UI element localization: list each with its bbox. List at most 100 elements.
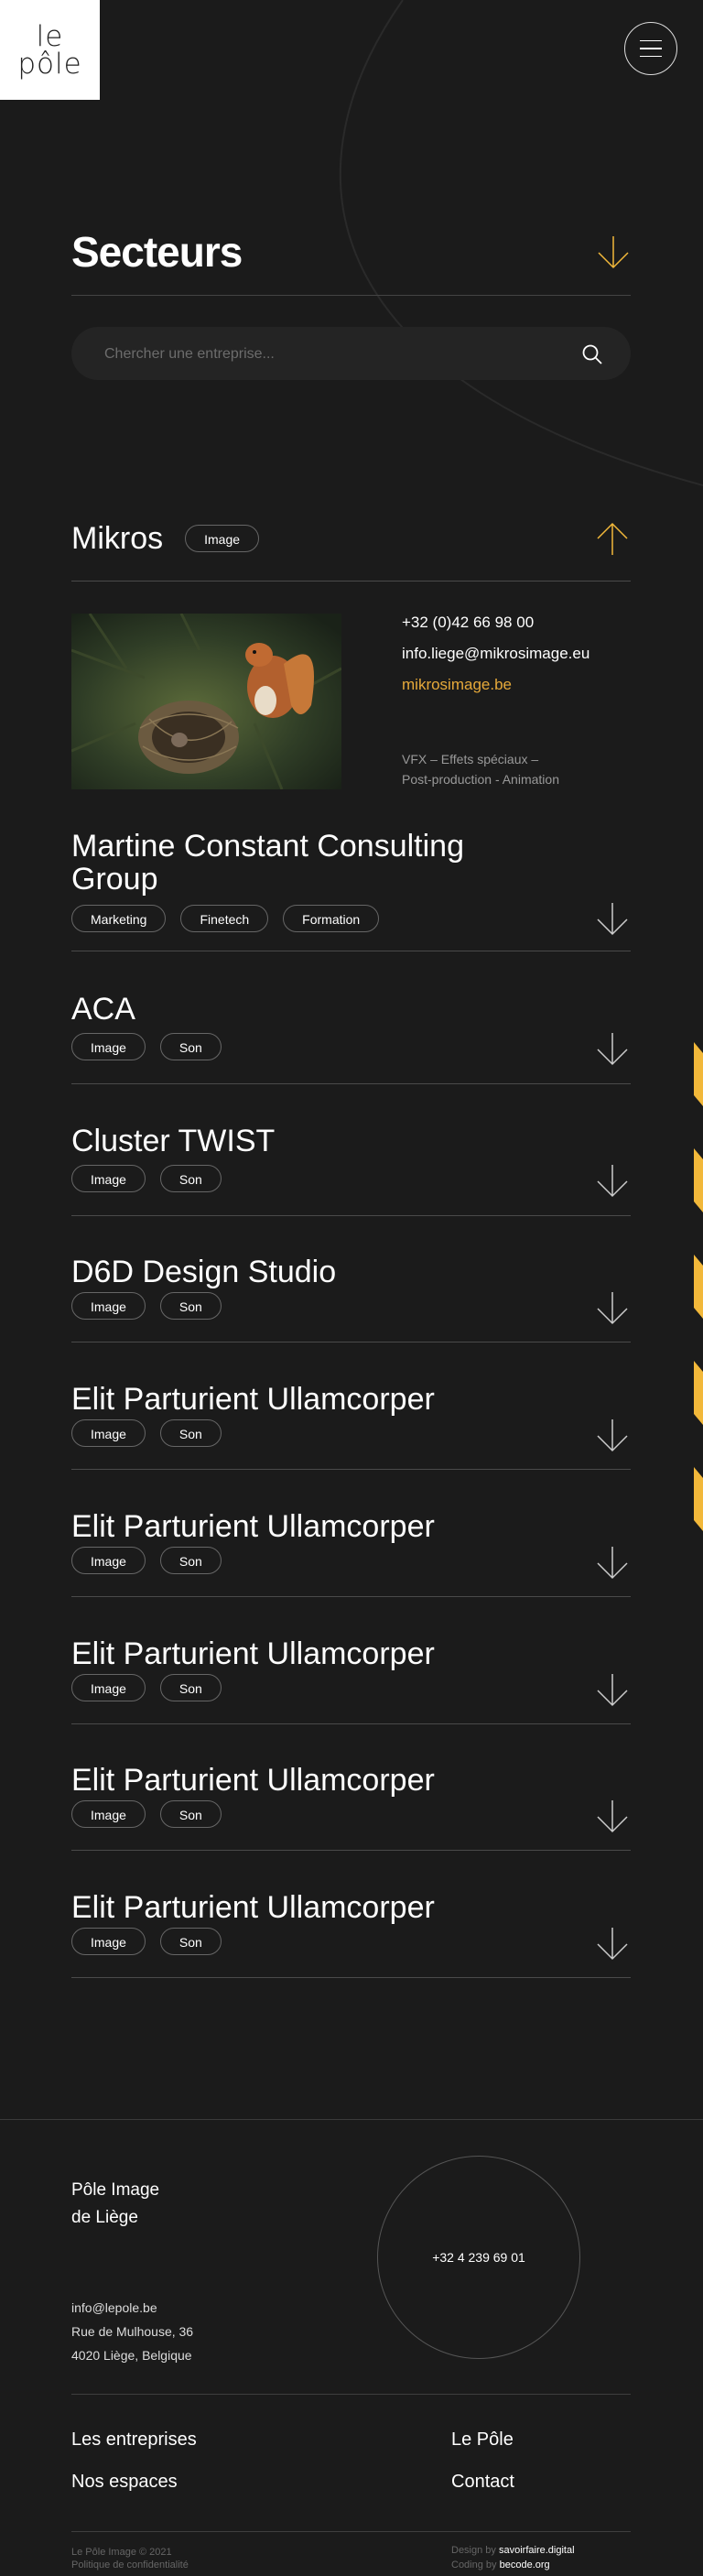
divider [71, 581, 631, 582]
divider [71, 1850, 631, 1851]
logo-line2: pôle [17, 47, 82, 81]
arrow-down-icon[interactable] [594, 1418, 631, 1454]
company-name: Elit Parturient Ullamcorper [71, 1382, 435, 1417]
arrow-down-icon[interactable] [594, 1290, 631, 1327]
logo-line1: le [36, 19, 64, 53]
search-bar [71, 327, 631, 382]
arrow-down-icon[interactable] [594, 1672, 631, 1709]
company-name: Elit Parturient Ullamcorper [71, 1636, 435, 1671]
company-entry[interactable]: Elit Parturient Ullamcorper Image Son [71, 1383, 631, 1474]
accent-stripe [694, 1255, 703, 1319]
footer-coding-label: Coding by [451, 2560, 497, 2571]
hamburger-icon-bar [640, 48, 662, 49]
search-icon[interactable] [581, 343, 603, 365]
footer-phone: +32 4 239 69 01 [432, 2250, 525, 2265]
footer-link-espaces[interactable]: Nos espaces [71, 2472, 178, 2493]
company-phone[interactable]: +32 (0)42 66 98 00 [402, 614, 534, 632]
arrow-down-icon[interactable] [594, 1799, 631, 1835]
divider [71, 1215, 631, 1216]
footer-link-contact[interactable]: Contact [451, 2472, 514, 2493]
company-name: Cluster TWIST [71, 1124, 276, 1158]
footer-design-link[interactable]: savoirfaire.digital [499, 2545, 575, 2556]
company-entry[interactable]: ACA Image Son [71, 993, 631, 1084]
divider [71, 1469, 631, 1470]
footer-design-label: Design by [451, 2545, 496, 2556]
company-name: Elit Parturient Ullamcorper [71, 1509, 435, 1544]
company-entry[interactable]: D6D Design Studio Image Son [71, 1255, 631, 1347]
arrow-up-icon[interactable] [594, 520, 631, 557]
footer-phone-circle[interactable]: +32 4 239 69 01 [377, 2156, 580, 2359]
divider [71, 1723, 631, 1724]
menu-button[interactable] [624, 22, 677, 75]
footer-title-line1: Pôle Image [71, 2180, 160, 2200]
divider [71, 1977, 631, 1978]
tag[interactable]: Son [159, 1547, 222, 1574]
tag[interactable]: Image [71, 1165, 146, 1192]
tag[interactable]: Image [71, 1800, 146, 1828]
company-website-link[interactable]: mikrosimage.be [402, 676, 512, 694]
footer-title: Pôle Image de Liège [71, 2177, 159, 2232]
footer-divider [0, 2119, 703, 2120]
arrow-down-icon[interactable] [594, 901, 631, 938]
footer-address1: Rue de Mulhouse, 36 [71, 2324, 194, 2339]
logo[interactable]: le pôle [0, 0, 100, 100]
accent-stripe [694, 1467, 703, 1531]
tag[interactable]: Finetech [180, 905, 269, 932]
footer-coding-credit: Coding by becode.org [451, 2560, 550, 2571]
arrow-down-icon[interactable] [594, 1926, 631, 1962]
company-email[interactable]: info.liege@mikrosimage.eu [402, 645, 589, 663]
company-entry[interactable]: Cluster TWIST Image Son [71, 1125, 631, 1216]
company-name: Martine Constant Consulting Group [71, 829, 465, 897]
footer-title-line2: de Liège [71, 2208, 138, 2227]
company-name: Elit Parturient Ullamcorper [71, 1763, 435, 1798]
accent-stripe [694, 1361, 703, 1425]
hamburger-icon-bar [640, 55, 662, 58]
company-entry-expanded[interactable]: Mikros Image [71, 520, 631, 582]
arrow-down-icon[interactable] [594, 1031, 631, 1068]
tag[interactable]: Image [71, 1928, 146, 1955]
tag[interactable]: Son [159, 1292, 222, 1320]
tag[interactable]: Son [159, 1419, 222, 1447]
arrow-down-icon[interactable] [594, 1545, 631, 1581]
tag[interactable]: Son [159, 1800, 222, 1828]
company-name: ACA [71, 992, 135, 1027]
company-entry[interactable]: Elit Parturient Ullamcorper Image Son [71, 1891, 631, 1983]
company-name: D6D Design Studio [71, 1255, 337, 1289]
footer-divider [71, 2531, 631, 2532]
divider [71, 295, 631, 296]
company-details: +32 (0)42 66 98 00 info.liege@mikrosimag… [71, 614, 631, 789]
company-description-line2: Post-production - Animation [402, 772, 559, 787]
tag[interactable]: Son [159, 1928, 222, 1955]
accent-stripe [694, 1148, 703, 1212]
tag[interactable]: Marketing [71, 905, 167, 932]
search-input[interactable] [103, 327, 564, 382]
company-entry[interactable]: Elit Parturient Ullamcorper Image Son [71, 1637, 631, 1729]
footer-email[interactable]: info@lepole.be [71, 2300, 157, 2315]
tag[interactable]: Image [71, 1292, 146, 1320]
footer-link-pole[interactable]: Le Pôle [451, 2429, 514, 2451]
company-description-line1: VFX – Effets spéciaux – [402, 752, 539, 766]
company-entry[interactable]: Elit Parturient Ullamcorper Image Son [71, 1764, 631, 1855]
tag[interactable]: Son [159, 1165, 222, 1192]
tag[interactable]: Son [159, 1674, 222, 1701]
tag[interactable]: Image [71, 1547, 146, 1574]
tag[interactable]: Image [71, 1674, 146, 1701]
footer-privacy-link[interactable]: Politique de confidentialité [71, 2560, 189, 2571]
tag[interactable]: Image [71, 1419, 146, 1447]
company-entry[interactable]: Elit Parturient Ullamcorper Image Son [71, 1510, 631, 1602]
arrow-down-icon[interactable] [594, 1163, 631, 1200]
footer-divider [71, 2394, 631, 2395]
footer-coding-link[interactable]: becode.org [500, 2560, 550, 2571]
tag[interactable]: Image [185, 525, 260, 552]
divider [71, 1083, 631, 1084]
hamburger-icon-bar [640, 39, 662, 42]
tag[interactable]: Formation [283, 905, 380, 932]
company-photo [71, 614, 341, 789]
company-name: Mikros [71, 521, 164, 556]
arrow-down-icon[interactable] [595, 234, 632, 271]
footer-link-entreprises[interactable]: Les entreprises [71, 2429, 197, 2451]
tag[interactable]: Son [159, 1033, 222, 1060]
company-name: Elit Parturient Ullamcorper [71, 1890, 435, 1925]
tag[interactable]: Image [71, 1033, 146, 1060]
company-entry[interactable]: Martine Constant Consulting Group Market… [71, 830, 631, 952]
